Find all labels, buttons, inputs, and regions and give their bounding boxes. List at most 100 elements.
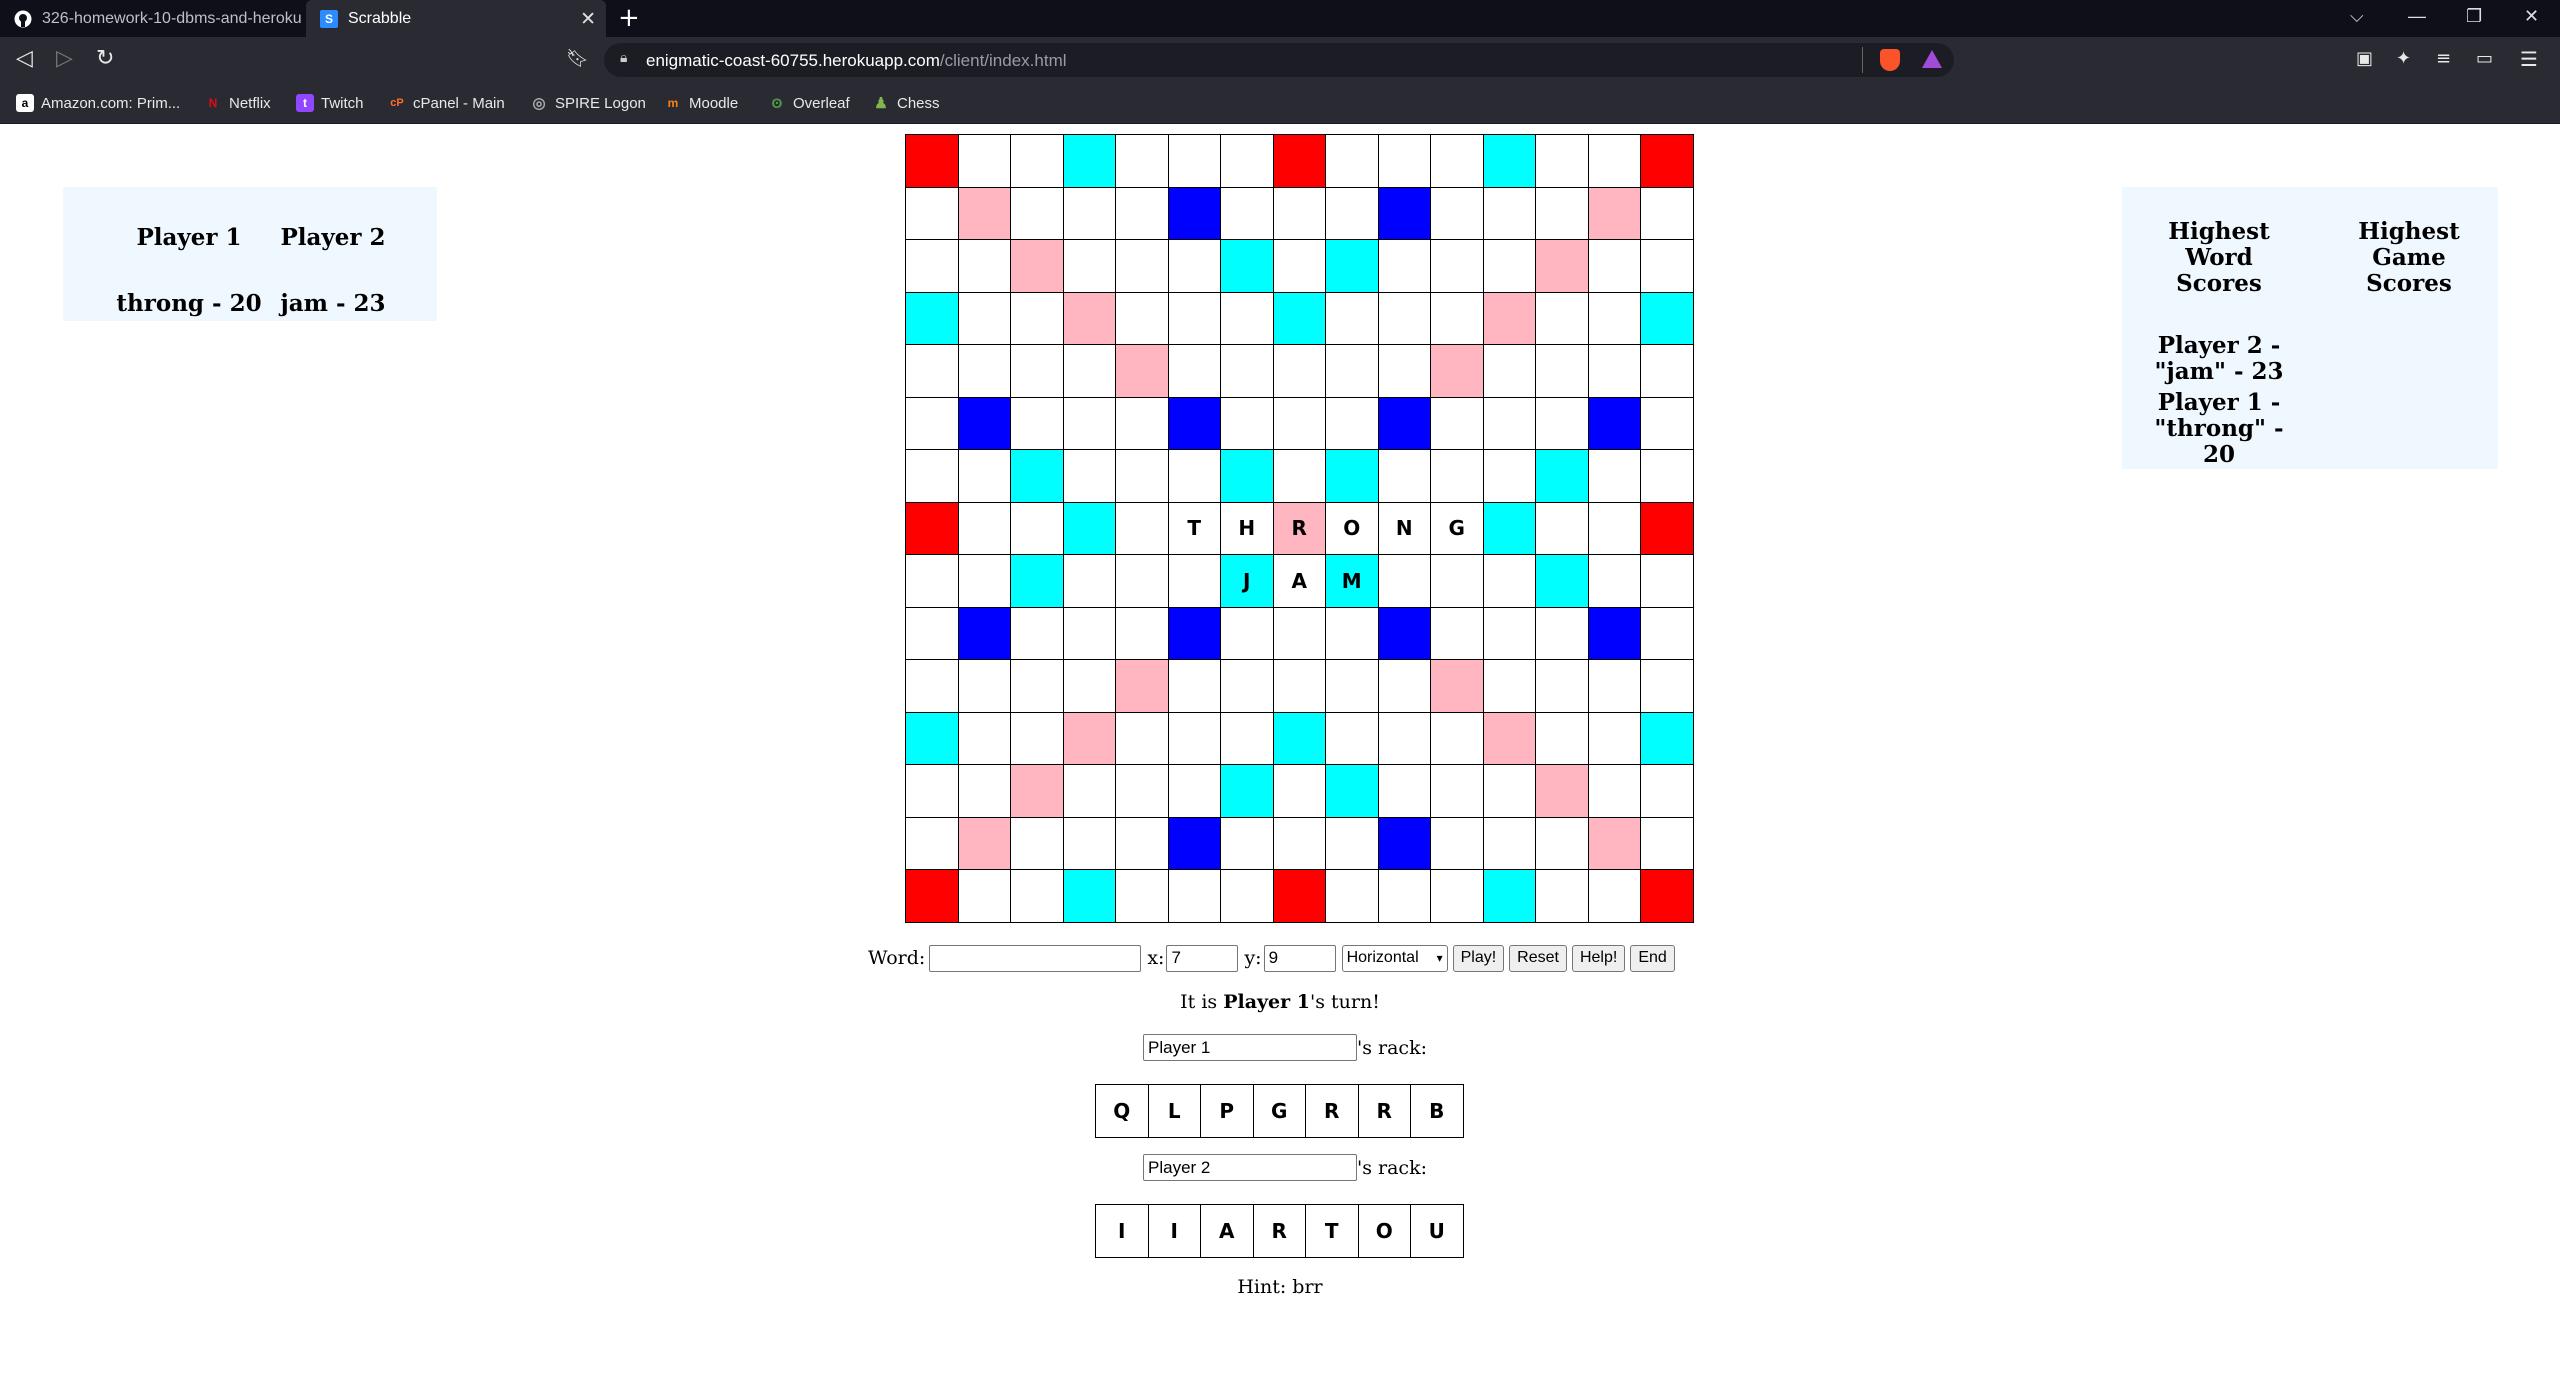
player2-rack-line: 's rack: [1143,1154,1427,1181]
brave-rewards-icon[interactable] [1922,50,1942,68]
board-cell [1116,450,1169,503]
rack-tile[interactable]: U [1411,1205,1464,1258]
board-cell [1011,870,1064,923]
forward-icon[interactable]: ▷ [56,46,73,71]
triple-word-cell [1641,135,1694,188]
rack-tile[interactable]: B [1411,1085,1464,1138]
move-controls: Word: x: y: Horizontal ▾ Play! Reset Help… [868,943,1675,973]
board-cell [1536,817,1589,870]
board-cell [1483,660,1536,713]
rack-tile[interactable]: I [1148,1205,1201,1258]
triple-letter-cell [1168,187,1221,240]
double-letter-cell [1011,450,1064,503]
rack-tile[interactable]: Q [1096,1085,1149,1138]
tab-search-icon[interactable]: ⌵ [2350,6,2364,27]
board-cell [1168,450,1221,503]
play-button[interactable]: Play! [1452,944,1505,972]
restore-icon[interactable]: ❐ [2466,6,2482,27]
tab-github[interactable]: 326-homework-10-dbms-and-heroku [0,0,304,37]
double-word-cell [958,817,1011,870]
rack-tile[interactable]: O [1358,1205,1411,1258]
board-cell [1116,397,1169,450]
direction-value: Horizontal [1346,949,1419,966]
board-cell [1431,292,1484,345]
board-cell [1431,187,1484,240]
player1-score: throng - 20 [116,290,262,317]
chess-icon: ♟ [874,95,888,112]
board-cell [1326,817,1379,870]
bookmark-spire[interactable]: ◎ SPIRE Logon [530,92,645,114]
word-input[interactable] [929,944,1142,972]
bookmark-amazon[interactable]: a Amazon.com: Prim... [16,92,180,114]
rack-tile[interactable]: I [1096,1205,1149,1258]
rack-tile[interactable]: L [1148,1085,1201,1138]
board-cell [958,660,1011,713]
board-cell [1378,135,1431,188]
bookmark-moodle[interactable]: m Moodle [664,92,739,114]
board-cell [1536,292,1589,345]
triple-word-cell [906,135,959,188]
direction-select[interactable]: Horizontal ▾ [1341,944,1448,972]
board-cell [1116,817,1169,870]
wallet-icon[interactable]: ▭ [2476,48,2493,69]
board-cell [1326,870,1379,923]
amazon-icon: a [16,94,34,112]
player1-name-input[interactable] [1143,1034,1357,1061]
bookmark-overleaf[interactable]: ʘ Overleaf [768,92,850,114]
board-cell [958,870,1011,923]
back-icon[interactable]: ◁ [16,46,33,71]
board-cell [1431,240,1484,293]
rack-tile[interactable]: A [1201,1205,1254,1258]
y-label: y: [1244,947,1262,969]
board-cell [1641,450,1694,503]
double-word-cell: R [1273,502,1326,555]
minimize-icon[interactable]: — [2408,6,2426,27]
board-cell [1326,607,1379,660]
rack-tile[interactable]: R [1306,1085,1359,1138]
rack-tile[interactable]: R [1253,1205,1306,1258]
board-cell [1431,765,1484,818]
board-cell [1326,292,1379,345]
close-tab-icon[interactable]: ✕ [580,8,596,31]
playlist-icon[interactable]: ≡ [2436,48,2451,69]
board-cell [1273,607,1326,660]
bookmark-chess[interactable]: ♟ Chess [872,92,939,114]
board-cell [1063,660,1116,713]
highscores-panel: Highest Word Scores Highest Game Scores … [2122,187,2498,469]
rack-tile[interactable]: P [1201,1085,1254,1138]
double-letter-cell [906,712,959,765]
board-cell [958,502,1011,555]
double-word-cell [1011,765,1064,818]
new-tab-icon[interactable]: + [618,3,640,33]
rack-tile[interactable]: G [1253,1085,1306,1138]
board-cell [1431,817,1484,870]
tab-scrabble[interactable]: S Scrabble ✕ [306,0,606,37]
bookmark-label: Twitch [321,94,364,112]
bookmark-netflix[interactable]: N Netflix [204,92,271,114]
puzzle-icon[interactable]: ✦ [2396,48,2411,69]
board-cell [1221,712,1274,765]
rack-tile[interactable]: R [1358,1085,1411,1138]
bookmark-twitch[interactable]: t Twitch [296,92,364,114]
bookmark-icon[interactable]: 🔖︎ [566,48,589,69]
board-cell [1588,240,1641,293]
address-bar[interactable]: 🔒︎ enigmatic-coast-60755.herokuapp.com/c… [604,43,1954,77]
menu-icon[interactable]: ☰ [2520,47,2538,71]
x-input[interactable] [1166,944,1239,972]
rack-tile[interactable]: T [1306,1205,1359,1258]
turn-indicator: It is Player 1's turn! [0,991,2560,1013]
bookmark-cpanel[interactable]: cP cPanel - Main [388,92,504,114]
help-button[interactable]: Help! [1571,944,1626,972]
extension-icon[interactable]: ▣ [2356,48,2373,69]
reload-icon[interactable]: ↻ [96,46,114,71]
double-letter-cell [1326,240,1379,293]
y-input[interactable] [1263,944,1336,972]
board-cell [1221,187,1274,240]
close-window-icon[interactable]: ✕ [2524,6,2539,27]
end-button[interactable]: End [1630,944,1675,972]
reset-button[interactable]: Reset [1509,944,1567,972]
player2-name-input[interactable] [1143,1154,1357,1181]
brave-shield-icon[interactable] [1880,49,1900,71]
board-cell [1588,345,1641,398]
board-cell [1378,712,1431,765]
